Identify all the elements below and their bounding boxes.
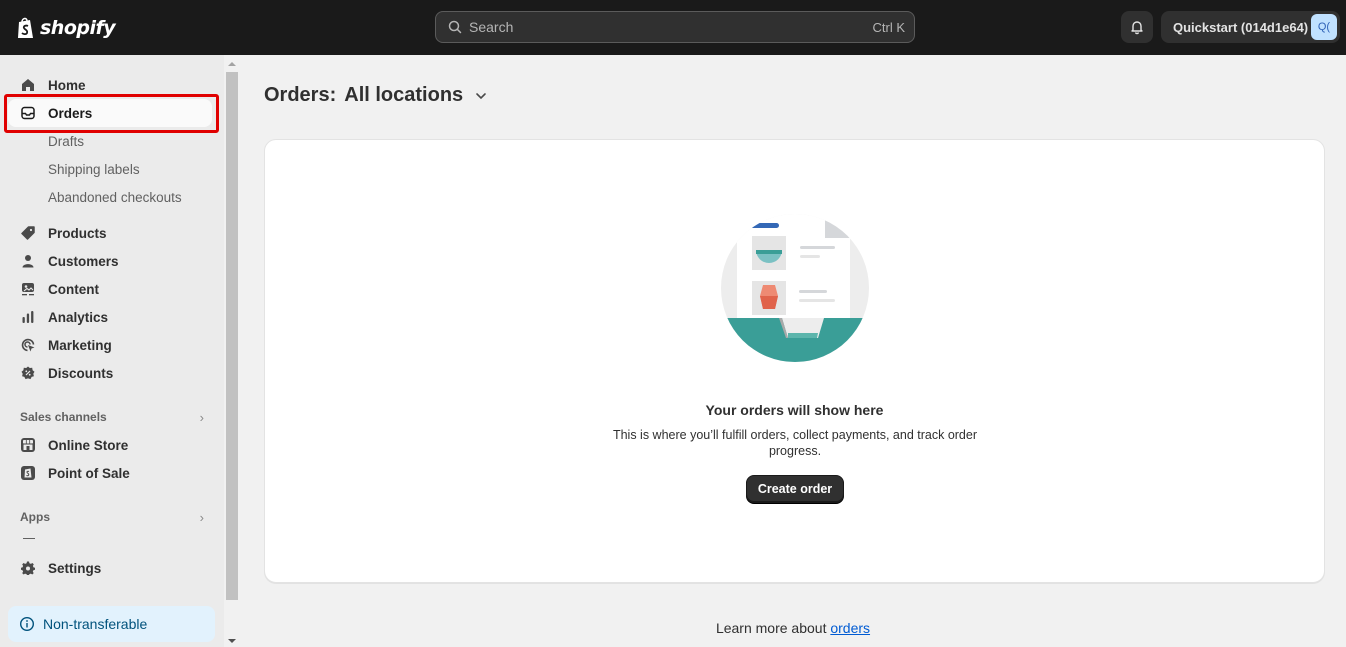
discount-icon [20, 365, 36, 381]
sidebar-subitem-drafts[interactable]: Drafts [48, 127, 84, 155]
sidebar-item-label: Orders [48, 105, 93, 121]
sales-channels-heading: Sales channels [20, 410, 107, 424]
create-order-button[interactable]: Create order [746, 475, 844, 503]
sidebar-item-analytics[interactable]: Analytics [8, 303, 212, 331]
sidebar-item-label: Content [48, 281, 99, 297]
store-menu-button[interactable]: Quickstart (014d1e64) Q( [1161, 11, 1340, 43]
apps-heading: Apps [20, 510, 50, 524]
orders-help-link[interactable]: orders [830, 620, 870, 636]
store-avatar: Q( [1311, 14, 1337, 40]
sidebar-subitem-shipping-labels[interactable]: Shipping labels [48, 155, 140, 183]
orders-illustration-icon [721, 214, 869, 362]
empty-state-description: This is where you’ll fulfill orders, col… [612, 428, 978, 458]
page-title-text: Orders: [264, 84, 337, 106]
search-placeholder: Search [469, 19, 514, 35]
pos-icon [20, 465, 36, 481]
bar-chart-icon [20, 309, 36, 325]
sidebar-scrollbar[interactable] [224, 55, 240, 647]
sidebar-item-home[interactable]: Home [8, 71, 212, 99]
sidebar-item-label: Marketing [48, 337, 112, 353]
target-icon [20, 337, 36, 353]
learn-more-footer: Learn more about orders [0, 620, 1346, 636]
sidebar-item-label: Customers [48, 253, 119, 269]
search-shortcut: Ctrl K [872, 19, 906, 35]
page-title: Orders: All locations [264, 84, 487, 107]
notifications-button[interactable] [1121, 11, 1153, 43]
orders-empty-state-card: Your orders will show here This is where… [264, 139, 1325, 583]
empty-state-title: Your orders will show here [705, 402, 884, 418]
gear-icon [20, 560, 36, 576]
sidebar-item-label: Discounts [48, 365, 114, 381]
apps-divider [23, 538, 35, 539]
sidebar-item-label: Home [48, 77, 86, 93]
home-icon [20, 77, 36, 93]
store-icon [20, 437, 36, 453]
sidebar-item-label: Products [48, 225, 107, 241]
sidebar-item-content[interactable]: Content [8, 275, 212, 303]
search-icon [447, 19, 463, 35]
sidebar-item-label: Analytics [48, 309, 109, 325]
sidebar-item-orders[interactable]: Orders [8, 99, 212, 127]
sidebar-item-products[interactable]: Products [8, 219, 212, 247]
sidebar-item-discounts[interactable]: Discounts [8, 359, 212, 387]
sidebar-item-label: Point of Sale [48, 465, 130, 481]
shopify-logo[interactable]: shopify [16, 14, 116, 42]
bell-icon [1131, 21, 1143, 35]
search-input[interactable]: Search Ctrl K [435, 11, 915, 43]
shopify-bag-icon [18, 17, 33, 38]
sidebar-subitem-abandoned-checkouts[interactable]: Abandoned checkouts [48, 183, 182, 211]
chevron-right-icon: › [199, 409, 204, 425]
chevron-right-icon: › [199, 509, 204, 525]
sidebar-item-online-store[interactable]: Online Store [8, 431, 212, 459]
person-icon [20, 253, 36, 269]
sidebar-item-settings[interactable]: Settings [8, 554, 212, 582]
tag-icon [20, 225, 36, 241]
learn-more-text: Learn more about [715, 620, 831, 636]
scroll-down-arrow-icon[interactable] [228, 639, 236, 643]
orders-icon [20, 105, 36, 121]
sidebar-item-label: Online Store [48, 437, 129, 453]
sidebar-item-customers[interactable]: Customers [8, 247, 212, 275]
sales-channels-header[interactable]: Sales channels › [20, 407, 204, 427]
scrollbar-thumb[interactable] [226, 72, 238, 600]
logo-text: shopify [40, 17, 116, 39]
chevron-down-icon[interactable] [475, 92, 487, 100]
content-icon [20, 281, 36, 297]
location-selector[interactable]: All locations [344, 84, 463, 107]
scroll-up-arrow-icon[interactable] [228, 62, 236, 66]
apps-header[interactable]: Apps › [20, 507, 204, 527]
sidebar-item-marketing[interactable]: Marketing [8, 331, 212, 359]
sidebar-item-label: Settings [48, 560, 102, 576]
store-name: Quickstart (014d1e64) [1173, 19, 1309, 35]
sidebar-item-point-of-sale[interactable]: Point of Sale [8, 459, 212, 487]
sidebar: Home Orders Drafts Shipping labels Aband… [0, 55, 224, 647]
top-bar: shopify Search Ctrl K Quickstart (014d1e… [0, 0, 1346, 55]
